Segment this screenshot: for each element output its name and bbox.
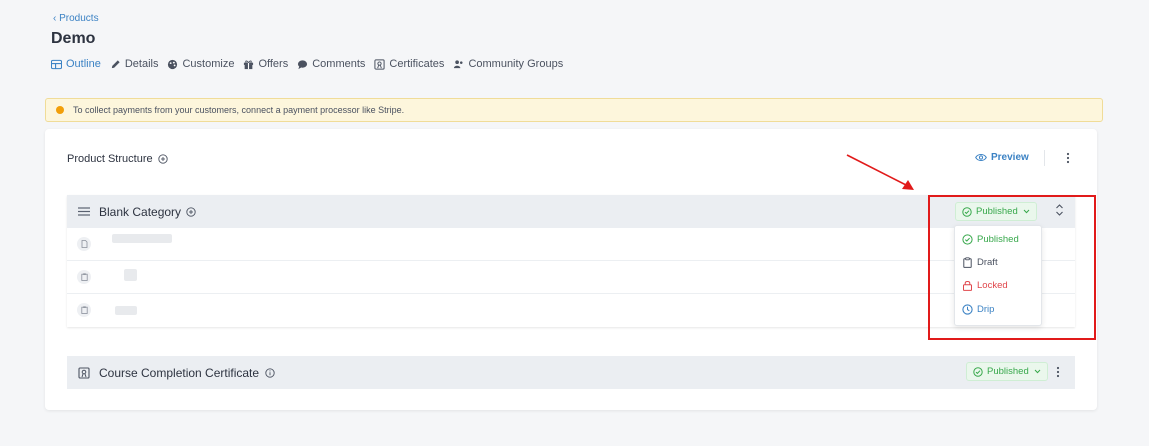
- gift-icon: [244, 59, 254, 69]
- tab-bar: Outline Details Customize Offers Comment…: [51, 58, 572, 70]
- add-circle-icon[interactable]: [186, 206, 196, 217]
- category-name: Blank Category: [99, 204, 182, 219]
- tab-label: Offers: [258, 58, 289, 70]
- product-structure-title: Product Structure: [67, 153, 153, 165]
- payment-processor-alert: To collect payments from your customers,…: [45, 98, 1103, 122]
- certificate-icon: [78, 366, 90, 379]
- highlight-box: [928, 195, 1096, 340]
- preview-label: Preview: [991, 152, 1029, 163]
- clipboard-icon: [77, 270, 91, 284]
- document-icon: [77, 237, 91, 251]
- pencil-icon: [111, 59, 120, 68]
- redacted-title: [115, 306, 137, 315]
- tab-certificates[interactable]: Certificates: [374, 58, 444, 70]
- comment-icon: [298, 59, 308, 69]
- tab-offers[interactable]: Offers: [243, 58, 288, 70]
- warning-dot-icon: [56, 106, 64, 114]
- redacted-title: [124, 269, 137, 281]
- more-options-button[interactable]: [1062, 150, 1074, 166]
- drag-handle-icon[interactable]: [78, 207, 90, 216]
- annotation-arrow: [846, 154, 914, 190]
- add-circle-icon[interactable]: [157, 154, 168, 164]
- certificate-icon: [374, 58, 385, 70]
- palette-icon: [168, 59, 178, 69]
- tab-details[interactable]: Details: [110, 58, 159, 70]
- outline-icon: [51, 59, 62, 69]
- info-icon[interactable]: [265, 367, 275, 378]
- certificate-more-options-button[interactable]: [1056, 365, 1060, 383]
- back-to-products-link[interactable]: ‹ Products: [53, 13, 99, 24]
- check-circle-icon: [973, 366, 983, 377]
- category-header[interactable]: Blank Category: [67, 195, 1075, 228]
- tab-label: Customize: [182, 58, 235, 70]
- alert-text: To collect payments from your customers,…: [73, 105, 405, 115]
- preview-button[interactable]: Preview: [975, 152, 1029, 163]
- lesson-row[interactable]: [67, 261, 1075, 294]
- kebab-menu-icon: [1056, 366, 1060, 378]
- tab-label: Community Groups: [468, 58, 564, 70]
- chevron-down-icon: [1034, 369, 1041, 374]
- product-structure-header: Product Structure: [67, 153, 168, 165]
- tab-label: Outline: [66, 58, 101, 70]
- clipboard-icon: [77, 303, 91, 317]
- status-label: Published: [987, 366, 1029, 377]
- tab-customize[interactable]: Customize: [167, 58, 234, 70]
- users-icon: [454, 59, 463, 68]
- redacted-title: [112, 234, 172, 243]
- eye-icon: [975, 154, 987, 161]
- certificate-status-dropdown[interactable]: Published: [966, 362, 1048, 381]
- tab-label: Certificates: [389, 58, 445, 70]
- lesson-row[interactable]: [67, 228, 1075, 261]
- divider: [1044, 150, 1045, 166]
- tab-label: Details: [124, 58, 159, 70]
- kebab-menu-icon: [1066, 152, 1070, 164]
- certificate-row[interactable]: Course Completion Certificate: [67, 356, 1075, 389]
- page-title: Demo: [51, 30, 96, 47]
- certificate-name: Course Completion Certificate: [99, 365, 260, 380]
- lesson-row[interactable]: [67, 294, 1075, 327]
- tab-outline[interactable]: Outline: [51, 58, 101, 70]
- tab-community-groups[interactable]: Community Groups: [453, 58, 563, 70]
- tab-comments[interactable]: Comments: [297, 58, 365, 70]
- tab-label: Comments: [312, 58, 366, 70]
